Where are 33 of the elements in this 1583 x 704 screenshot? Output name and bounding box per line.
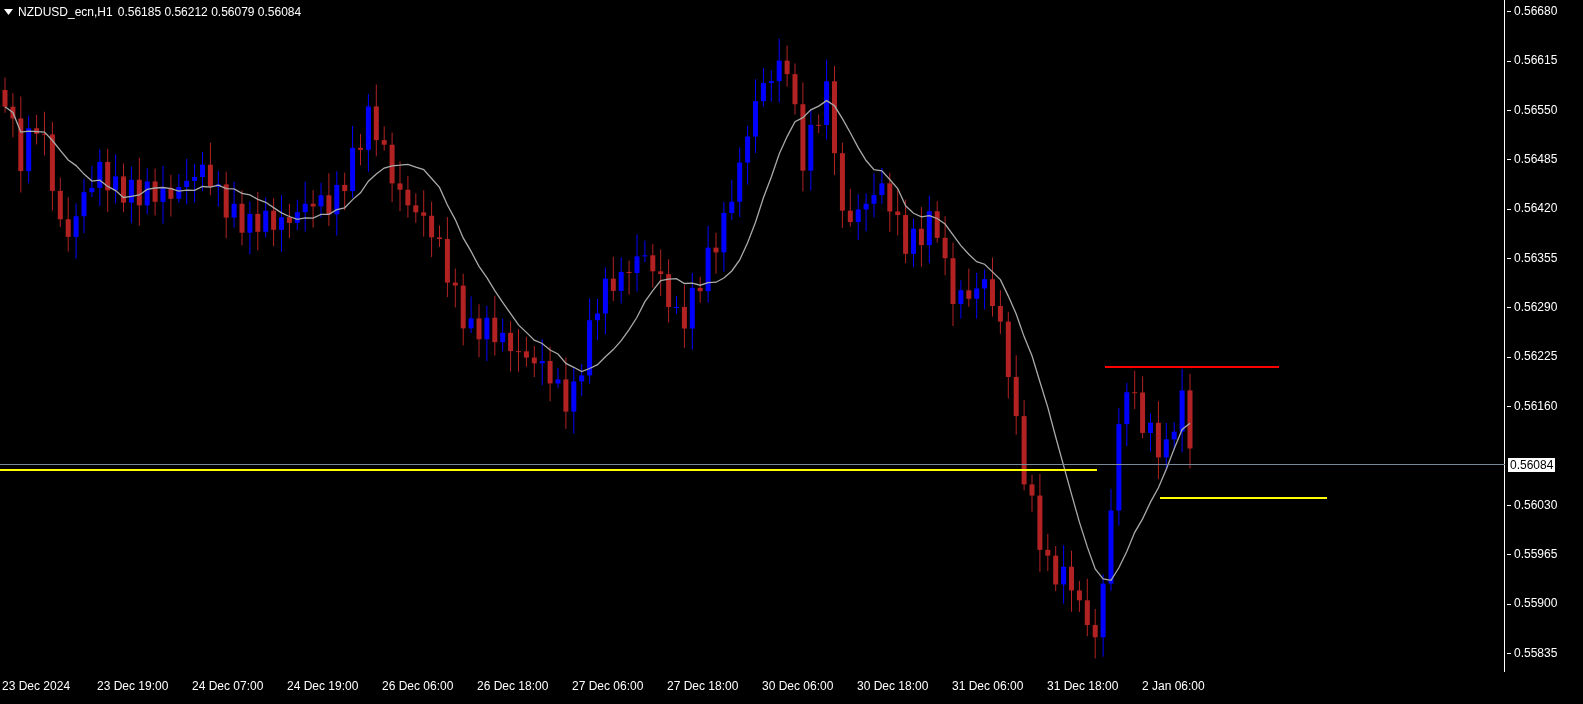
price-tick-label: 0.56615 [1507,54,1558,67]
price-tick-label: 0.56030 [1507,498,1558,511]
time-tick-label: 23 Dec 19:00 [97,679,169,693]
price-tick-label: 0.56225 [1507,350,1558,363]
time-tick-label: 31 Dec 06:00 [952,679,1024,693]
time-tick-label: 24 Dec 07:00 [192,679,264,693]
time-tick-label: 2 Jan 06:00 [1142,679,1205,693]
ohlc-values: 0.56185 0.56212 0.56079 0.56084 [117,4,302,21]
price-tick-label: 0.56485 [1507,153,1558,166]
time-tick-label: 26 Dec 18:00 [477,679,549,693]
price-tick-label: 0.56290 [1507,301,1558,314]
price-tick-label: 0.55965 [1507,547,1558,560]
price-tick-label: 0.55900 [1507,597,1558,610]
time-tick-label: 24 Dec 19:00 [287,679,359,693]
current-price-badge: 0.56084 [1508,458,1556,472]
time-tick-label: 27 Dec 18:00 [667,679,739,693]
price-tick-label: 0.56420 [1507,202,1558,215]
resistance-line[interactable] [1105,366,1279,368]
time-tick-label: 30 Dec 06:00 [762,679,834,693]
time-tick-label: 27 Dec 06:00 [572,679,644,693]
support-line[interactable] [0,469,1097,471]
time-tick-label: 31 Dec 18:00 [1047,679,1119,693]
price-tick-label: 0.56550 [1507,103,1558,116]
time-tick-label: 26 Dec 06:00 [382,679,454,693]
support-line[interactable] [1160,497,1327,499]
price-tick-label: 0.55835 [1507,646,1558,659]
price-tick-label: 0.56680 [1507,5,1558,17]
caret-icon[interactable] [4,9,13,15]
time-tick-label: 23 Dec 2024 [2,679,71,693]
price-tick-label: 0.56355 [1507,251,1558,264]
time-tick-label: 30 Dec 18:00 [857,679,929,693]
price-tick-label: 0.56160 [1507,399,1558,412]
symbol-label: NZDUSD_ecn,H1 [18,4,113,21]
